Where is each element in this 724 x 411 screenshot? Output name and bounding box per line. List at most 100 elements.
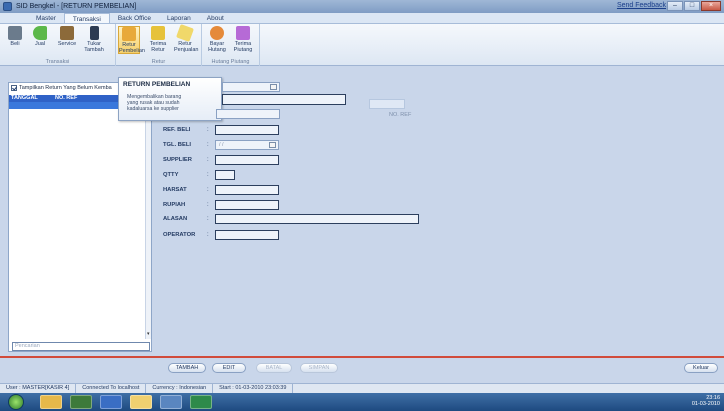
calendar-icon[interactable] [270,84,277,90]
start-button[interactable] [8,394,24,410]
service-button[interactable]: Service [56,26,78,47]
status-currency: Currency : Indonesian [146,384,214,393]
retur-penjualan-button[interactable]: Retur Penjualan [174,24,199,53]
tab-transaksi[interactable]: Transaksi [63,13,110,23]
header-text-field[interactable] [222,94,346,105]
arrow-right-icon [33,26,47,40]
colon: : [207,142,209,148]
bull-icon [8,26,22,40]
terima-retur-label: Terima Retur [149,41,167,53]
system-tray-clock[interactable]: 23:16 01-03-2010 [692,395,720,407]
ref-beli-label: REF. BELI [163,127,191,133]
taskbar-folder-icon[interactable] [130,395,152,409]
colon: : [207,127,209,133]
receipt-icon [236,26,250,40]
return-list-panel: Tampilkan Return Yang Belum Kemba TANGGA… [8,82,152,352]
vertical-scrollbar[interactable]: ▾ [145,109,151,339]
edit-button[interactable]: EDIT [212,363,246,373]
tgl-beli-value: / / [219,142,224,148]
person-icon [89,26,99,40]
scroll-down-arrow-icon[interactable]: ▾ [147,331,150,337]
receive-box-icon [151,26,165,40]
ref-beli-input[interactable] [215,125,279,135]
tukar-tambah-button[interactable]: Tukar Tambah [83,26,105,53]
jual-button[interactable]: Jual [29,26,51,47]
retur-pembelian-label: Retur Pembelian [119,42,145,54]
title-bar: SID Bengkel - [RETURN PEMBELIAN] Send Fe… [0,0,724,13]
qtty-label: QTTY [163,172,179,178]
tag-icon [176,24,194,42]
alasan-label: ALASAN [163,216,188,222]
status-connection: Connected To localhost [76,384,147,393]
retur-pembelian-button[interactable]: Retur Pembelian [118,26,145,54]
ribbon: Beli Jual Service Tukar Tambah Transaksi… [0,24,724,66]
column-tanggal[interactable]: TANGGAL [9,95,53,102]
colon: : [207,216,209,222]
return-date-field[interactable] [222,82,280,92]
coins-icon [210,26,224,40]
app-icon [3,2,12,11]
action-bar: TAMBAH EDIT BATAL SIMPAN Keluar [0,356,724,383]
return-box-icon [122,27,136,41]
retur-penjualan-label: Retur Penjualan [174,41,199,53]
row-alasan: ALASAN : [163,214,419,224]
taskbar-app-icon[interactable] [40,395,62,409]
status-user: User : MASTER[KASIR 4] [0,384,77,393]
rupiah-label: RUPIAH [163,202,186,208]
row-supplier: SUPPLIER : [163,155,279,165]
supplier-input[interactable] [215,155,279,165]
group-label-hutang: Hutang Piutang [211,59,250,65]
taskbar-browser-icon[interactable] [100,395,122,409]
row-rupiah: RUPIAH : [163,200,279,210]
colon: : [207,187,209,193]
send-feedback-link[interactable]: Send Feedback [617,2,666,9]
taskbar-app-icon[interactable] [70,395,92,409]
colon: : [207,202,209,208]
tgl-beli-label: TGL. BELI [163,142,192,148]
colon: : [207,172,209,178]
row-harsat: HARSAT : [163,185,279,195]
checkbox-checked-icon[interactable] [11,85,17,91]
group-label-retur: Retur [151,59,166,65]
no-ref-label: NO. REF [389,112,412,118]
window-controls: – □ × [667,1,721,11]
alasan-input[interactable] [215,214,419,224]
terima-retur-button[interactable]: Terima Retur [147,26,169,53]
operator-label: OPERATOR [163,232,196,238]
bayar-hutang-button[interactable]: Bayar Hutang [206,26,228,53]
terima-piutang-button[interactable]: Terima Piutang [232,26,254,53]
close-button[interactable]: × [701,1,721,11]
row-qtty: QTTY : [163,170,235,180]
beli-button[interactable]: Beli [4,26,26,47]
clock-date: 01-03-2010 [691,401,720,407]
status-bar: User : MASTER[KASIR 4] Connected To loca… [0,383,724,393]
calendar-icon[interactable] [269,142,276,148]
harsat-input[interactable] [215,185,279,195]
supplier-label: SUPPLIER [163,157,192,163]
header-text-field-2[interactable] [216,109,280,119]
tukar-tambah-label: Tukar Tambah [84,41,104,53]
tab-back-office[interactable]: Back Office [110,13,159,23]
tab-laporan[interactable]: Laporan [159,13,199,23]
ribbon-group-hutang: Bayar Hutang Terima Piutang Hutang Piuta… [202,24,260,66]
minimize-button[interactable]: – [667,1,683,11]
rupiah-input[interactable] [215,200,279,210]
maximize-button[interactable]: □ [684,1,700,11]
operator-input[interactable] [215,230,279,240]
simpan-button[interactable]: SIMPAN [300,363,338,373]
tab-master[interactable]: Master [28,13,64,23]
return-form: NO. REF REF. BELI : TGL. BELI : / / SUPP… [152,82,716,352]
tambah-button[interactable]: TAMBAH [168,363,206,373]
taskbar-app-icon[interactable] [160,395,182,409]
qtty-input[interactable] [215,170,235,180]
batal-button[interactable]: BATAL [256,363,292,373]
tab-about[interactable]: About [199,13,232,23]
ribbon-group-retur: Retur Pembelian Terima Retur Retur Penju… [116,24,202,66]
taskbar-app-icon[interactable] [190,395,212,409]
keluar-button[interactable]: Keluar [684,363,718,373]
column-no-ref[interactable]: NO. REF [53,95,77,102]
tgl-beli-input[interactable]: / / [215,140,279,150]
search-input[interactable]: Pencarian [12,342,150,351]
beli-label: Beli [10,41,20,47]
harsat-label: HARSAT [163,187,187,193]
